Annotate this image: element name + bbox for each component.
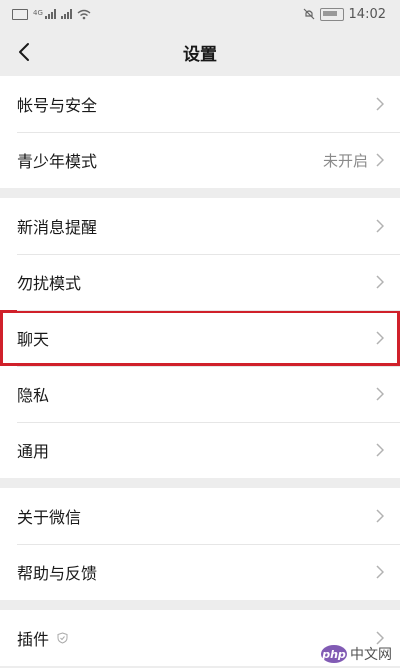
status-time: 14:02 [348,6,386,22]
item-label: 插件 [17,630,50,649]
chevron-right-icon [376,443,384,457]
mute-icon [303,8,314,20]
sim-icon [12,8,28,20]
status-bar: 4G 14:02 [0,0,400,28]
settings-item-general[interactable]: 通用 [0,422,400,478]
settings-item-new-message-alerts[interactable]: 新消息提醒 [0,198,400,254]
status-bar-left: 4G [12,8,91,20]
item-label: 帮助与反馈 [17,564,98,583]
settings-item-chat[interactable]: 聊天 [0,310,400,366]
nav-bar: 设置 [0,28,400,76]
settings-item-account-security[interactable]: 帐号与安全 [0,76,400,132]
signal-icon [44,9,56,19]
chevron-right-icon [376,387,384,401]
item-label: 帐号与安全 [17,96,98,115]
item-value: 未开启 [322,151,368,170]
back-button[interactable] [12,40,36,64]
settings-item-teen-mode[interactable]: 青少年模式 未开启 [0,132,400,188]
settings-group-about: 关于微信 帮助与反馈 [0,488,400,600]
status-bar-right: 14:02 [303,7,386,22]
page-title: 设置 [183,44,217,65]
chevron-right-icon [376,331,384,345]
settings-group-preferences: 新消息提醒 勿扰模式 聊天 隐私 通用 [0,198,400,478]
watermark-text: 中文网 [350,647,392,663]
wifi-icon [77,9,91,19]
watermark: php 中文网 [321,644,392,664]
battery-icon [319,7,344,21]
signal-icon-2 [60,9,72,19]
settings-item-about-wechat[interactable]: 关于微信 [0,488,400,544]
shield-icon [57,632,68,644]
chevron-right-icon [376,565,384,579]
chevron-right-icon [376,97,384,111]
settings-item-do-not-disturb[interactable]: 勿扰模式 [0,254,400,310]
item-label: 聊天 [17,330,50,349]
watermark-logo: php [321,645,347,663]
settings-item-help-feedback[interactable]: 帮助与反馈 [0,544,400,600]
settings-item-privacy[interactable]: 隐私 [0,366,400,422]
item-label: 青少年模式 [17,152,98,171]
item-label: 隐私 [17,386,50,405]
item-label: 关于微信 [17,508,82,527]
item-label: 通用 [17,442,50,461]
chevron-left-icon [19,43,29,61]
chevron-right-icon [376,631,384,645]
chevron-right-icon [376,219,384,233]
item-label: 勿扰模式 [17,274,82,293]
chevron-right-icon [376,153,384,167]
item-label: 新消息提醒 [17,218,98,237]
settings-group-account: 帐号与安全 青少年模式 未开启 [0,76,400,188]
chevron-right-icon [376,275,384,289]
chevron-right-icon [376,509,384,523]
network-tag: 4G [33,8,43,17]
